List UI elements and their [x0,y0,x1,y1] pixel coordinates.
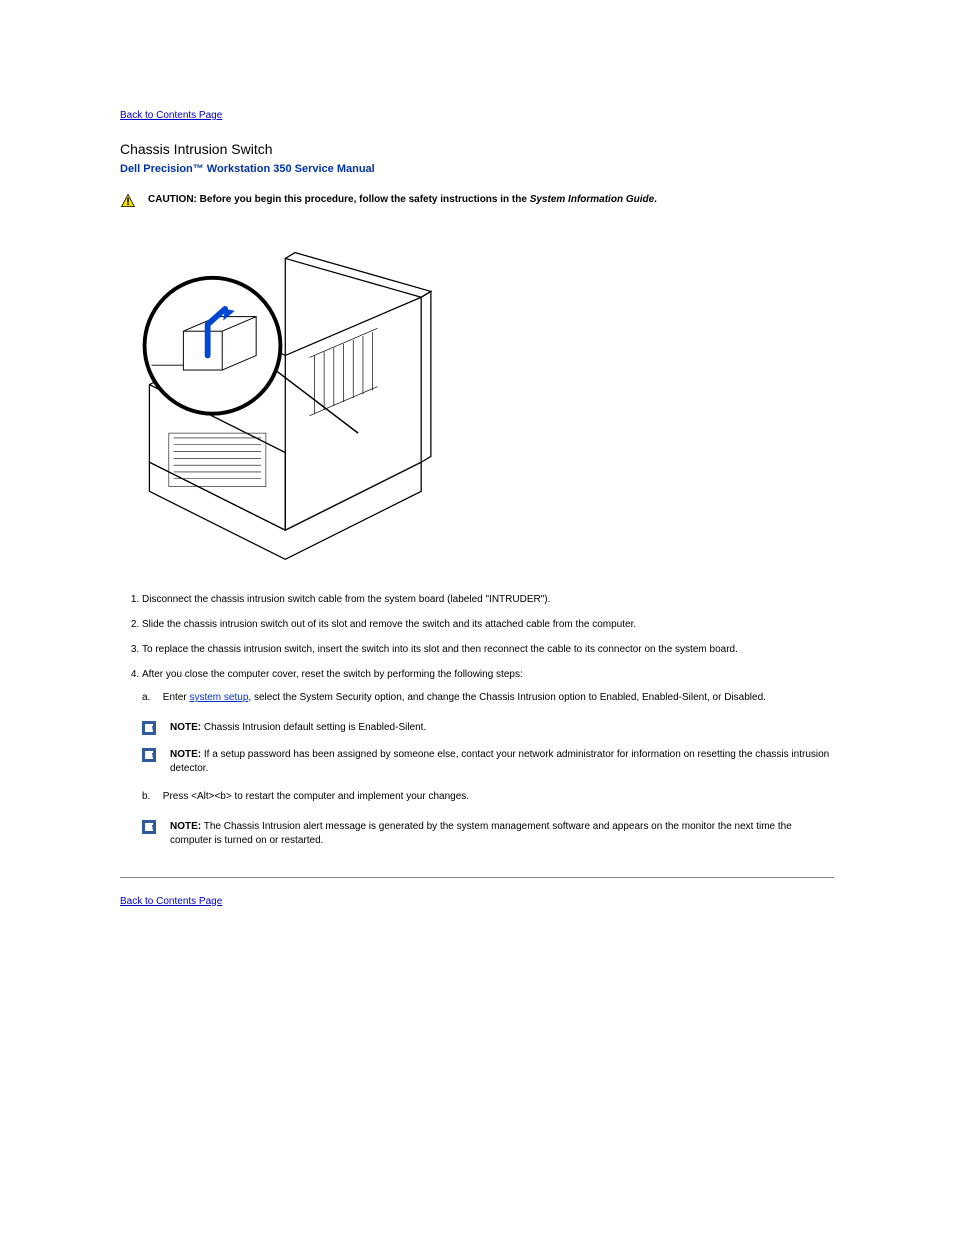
back-link-bottom[interactable]: Back to Contents Page [120,896,222,907]
caution-label: CAUTION: Before you begin this procedure… [148,194,530,205]
caution-guide: System Information Guide [530,194,654,205]
note-3-label: NOTE: [170,821,201,832]
divider [120,877,834,878]
step-1: Disconnect the chassis intrusion switch … [142,592,834,607]
back-link-top[interactable]: Back to Contents Page [120,110,222,121]
caution-text: CAUTION: Before you begin this procedure… [148,193,834,208]
note-2-text: If a setup password has been assigned by… [170,749,829,775]
note-2: NOTE: If a setup password has been assig… [142,748,834,777]
caution-icon-col [120,193,142,209]
caution-icon [120,193,142,209]
note-3: NOTE: The Chassis Intrusion alert messag… [142,820,834,849]
note-1-text: Chassis Intrusion default setting is Ena… [201,722,426,733]
step-4a-post: , select the System Security option, and… [248,692,766,703]
note-icon [142,820,164,834]
note-icon [142,748,164,762]
step-4a: a. Enter system setup, select the System… [142,690,834,777]
page-title: Chassis Intrusion Switch [120,141,834,157]
step-3: To replace the chassis intrusion switch,… [142,642,834,657]
manual-title: Dell Precision™ Workstation 350 Service … [120,163,834,175]
note-2-label: NOTE: [170,749,201,760]
system-setup-link[interactable]: system setup [189,692,248,703]
step-4b: b. Press <Alt><b> to restart the compute… [142,789,834,849]
steps-list: Disconnect the chassis intrusion switch … [126,592,834,849]
page-container: Back to Contents Page Chassis Intrusion … [0,0,954,967]
step-4a-label: a. [142,690,160,705]
caution-tail: . [654,194,657,205]
note-1: NOTE: Chassis Intrusion default setting … [142,721,834,736]
step-4a-pre: Enter [163,692,190,703]
step-2: Slide the chassis intrusion switch out o… [142,617,834,632]
step-4b-label: b. [142,789,160,804]
step-4: After you close the computer cover, rese… [142,667,834,849]
step-4-text: After you close the computer cover, rese… [142,669,523,680]
note-3-text: The Chassis Intrusion alert message is g… [170,821,792,847]
note-icon [142,721,164,735]
substeps: a. Enter system setup, select the System… [142,690,834,849]
note-1-label: NOTE: [170,722,201,733]
chassis-diagram [130,239,834,572]
step-4b-text: Press <Alt><b> to restart the computer a… [163,791,469,802]
caution-block: CAUTION: Before you begin this procedure… [120,193,834,209]
